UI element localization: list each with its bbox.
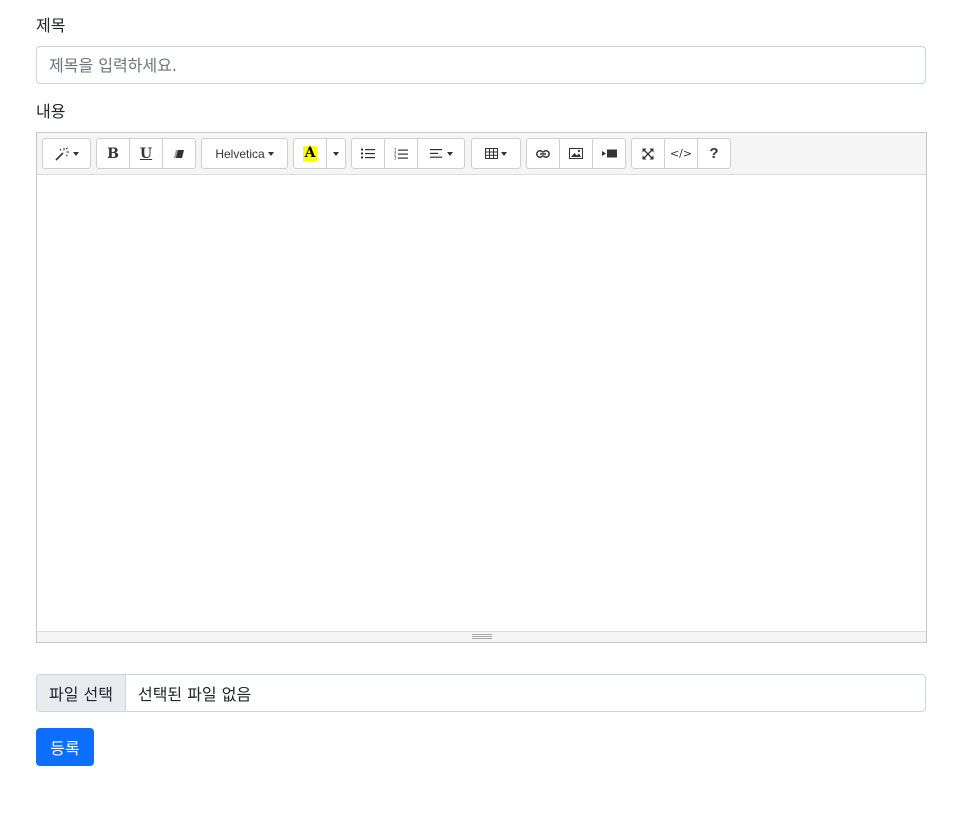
help-button[interactable]: ? bbox=[697, 138, 731, 169]
submit-button[interactable]: 등록 bbox=[36, 728, 94, 766]
title-input[interactable] bbox=[36, 46, 926, 84]
editor-toolbar: B U Helvetica A 1 2 3 </> ? bbox=[37, 133, 926, 175]
eraser-icon bbox=[173, 149, 185, 159]
insert-group bbox=[526, 138, 626, 169]
insert-link-button[interactable] bbox=[526, 138, 560, 169]
table-dropdown-button[interactable] bbox=[471, 138, 521, 169]
chevron-down-icon bbox=[267, 151, 274, 156]
link-icon bbox=[536, 149, 550, 158]
resize-handle[interactable] bbox=[471, 634, 492, 640]
font-name-label: Helvetica bbox=[215, 146, 265, 161]
chevron-down-icon bbox=[446, 151, 453, 156]
editor-content-area[interactable] bbox=[37, 175, 926, 632]
content-label: 내용 bbox=[36, 102, 66, 121]
chevron-down-icon bbox=[501, 151, 507, 156]
clear-format-button[interactable] bbox=[162, 138, 196, 169]
file-choose-button[interactable]: 파일 선택 bbox=[37, 675, 126, 711]
style-dropdown-button[interactable] bbox=[42, 138, 91, 169]
font-name-group: Helvetica bbox=[201, 138, 288, 169]
insert-picture-button[interactable] bbox=[559, 138, 593, 169]
unordered-list-icon bbox=[361, 148, 375, 159]
unordered-list-button[interactable] bbox=[351, 138, 385, 169]
paragraph-align-dropdown[interactable] bbox=[417, 138, 465, 169]
table-icon bbox=[485, 148, 498, 159]
ordered-list-button[interactable]: 1 2 3 bbox=[384, 138, 418, 169]
fullscreen-icon bbox=[642, 148, 654, 160]
ordered-list-icon: 1 2 3 bbox=[394, 148, 408, 160]
bold-button[interactable]: B bbox=[96, 138, 130, 169]
chevron-down-icon bbox=[333, 151, 339, 156]
file-status-text: 선택된 파일 없음 bbox=[137, 685, 252, 704]
style-group bbox=[42, 138, 91, 169]
color-group: A bbox=[293, 138, 346, 169]
text-color-button[interactable]: A bbox=[293, 138, 327, 169]
svg-text:3: 3 bbox=[394, 155, 397, 160]
color-dropdown-button[interactable] bbox=[326, 138, 346, 169]
rich-text-editor: B U Helvetica A 1 2 3 </> ? bbox=[36, 132, 927, 643]
table-group bbox=[471, 138, 521, 169]
paragraph-group: 1 2 3 bbox=[351, 138, 465, 169]
picture-icon bbox=[569, 148, 583, 159]
fullscreen-button[interactable] bbox=[631, 138, 665, 169]
insert-video-button[interactable] bbox=[592, 138, 626, 169]
font-name-dropdown[interactable]: Helvetica bbox=[201, 138, 288, 169]
title-label: 제목 bbox=[36, 16, 66, 35]
editor-statusbar bbox=[37, 631, 926, 642]
video-icon bbox=[601, 149, 617, 158]
underline-button[interactable]: U bbox=[129, 138, 163, 169]
align-left-icon bbox=[429, 149, 442, 158]
view-group: </> ? bbox=[631, 138, 731, 169]
font-style-group: B U bbox=[96, 138, 196, 169]
chevron-down-icon bbox=[73, 151, 79, 156]
codeview-button[interactable]: </> bbox=[664, 138, 698, 169]
magic-icon bbox=[54, 146, 70, 161]
file-input: 파일 선택 선택된 파일 없음 bbox=[36, 674, 926, 712]
highlight-letter: A bbox=[302, 145, 318, 161]
